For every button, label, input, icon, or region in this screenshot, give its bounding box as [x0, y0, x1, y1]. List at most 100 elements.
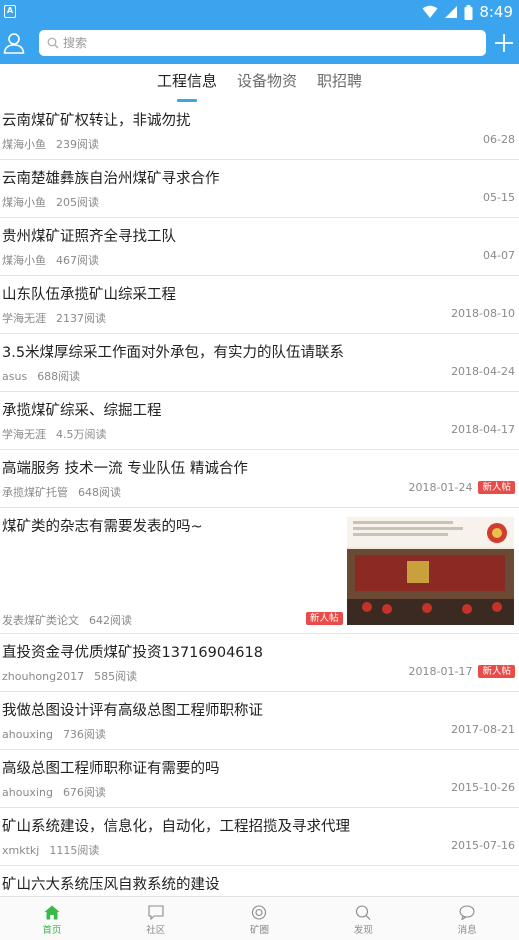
post-author: 煤海小鱼	[2, 138, 46, 151]
post-reads: 642阅读	[89, 614, 132, 627]
post-title: 云南煤矿矿权转让，非诚勿扰	[2, 113, 191, 129]
post-date-text: 2018-01-17	[408, 665, 473, 678]
post-feed: 云南煤矿矿权转让，非诚勿扰 煤海小鱼 239阅读 06-28 云南楚雄彝族自治州煤…	[0, 102, 519, 896]
status-indicators: 8:49	[422, 2, 513, 22]
list-item[interactable]: 3.5米煤厚综采工作面对外承包，有实力的队伍请联系 asus 688阅读 2018…	[0, 334, 519, 392]
list-item[interactable]: 云南楚雄彝族自治州煤矿寻求合作 煤海小鱼 205阅读 05-15	[0, 160, 519, 218]
post-title: 高级总图工程师职称证有需要的吗	[2, 761, 220, 777]
post-author: 煤海小鱼	[2, 196, 46, 209]
post-author: 学海无涯	[2, 428, 46, 441]
post-meta: 煤海小鱼 467阅读	[2, 252, 99, 268]
post-thumbnail[interactable]	[347, 517, 514, 625]
nav-label: 矿圈	[249, 925, 269, 936]
thumbnail-image	[347, 517, 514, 625]
post-meta: zhouhong2017 585阅读	[2, 668, 137, 684]
post-date-text: 2018-01-24	[408, 481, 473, 494]
app-bar	[0, 24, 519, 64]
post-meta: 承揽煤矿托管 648阅读	[2, 484, 121, 500]
list-item[interactable]: 直投资金寻优质煤矿投资13716904618 zhouhong2017 585阅读…	[0, 634, 519, 692]
tab-recruitment[interactable]: 职招聘	[317, 64, 362, 102]
post-date-text: 2018-04-17	[451, 423, 515, 436]
wifi-icon	[422, 5, 438, 18]
post-title: 矿山六大系统压风自救系统的建设	[2, 877, 220, 893]
post-author: 承揽煤矿托管	[2, 486, 68, 499]
search-input[interactable]	[63, 36, 463, 50]
user-icon[interactable]	[3, 32, 25, 54]
home-icon	[44, 905, 60, 920]
post-date: 2017-08-21	[451, 723, 515, 736]
post-author: zhouhong2017	[2, 670, 85, 683]
nav-discover[interactable]: 发现	[311, 897, 415, 940]
list-item[interactable]: 我做总图设计评有高级总图工程师职称证 ahouxing 736阅读 2017-08…	[0, 692, 519, 750]
nav-label: 消息	[457, 925, 477, 936]
post-meta: 学海无涯 2137阅读	[2, 310, 106, 326]
post-date-text: 2015-07-16	[451, 839, 515, 852]
post-reads: 205阅读	[56, 196, 99, 209]
list-item[interactable]: 高级总图工程师职称证有需要的吗 ahouxing 676阅读 2015-10-26	[0, 750, 519, 808]
new-user-badge: 新人帖	[478, 481, 515, 494]
category-tabs: 工程信息 设备物资 职招聘	[0, 64, 519, 102]
new-user-badge: 新人帖	[478, 665, 515, 678]
list-item-with-image[interactable]: 煤矿类的杂志有需要发表的吗~ 发表煤矿类论文 642阅读 新人帖	[0, 508, 519, 634]
list-item[interactable]: 矿山六大系统压风自救系统的建设	[0, 866, 519, 896]
list-item[interactable]: 贵州煤矿证照齐全寻找工队 煤海小鱼 467阅读 04-07	[0, 218, 519, 276]
post-title: 高端服务 技术一流 专业队伍 精诚合作	[2, 461, 248, 477]
post-meta: ahouxing 676阅读	[2, 784, 106, 800]
post-reads: 648阅读	[78, 486, 121, 499]
list-item[interactable]: 矿山系统建设，信息化，自动化，工程招揽及寻求代理 xmktkj 1115阅读 20…	[0, 808, 519, 866]
message-icon	[459, 905, 475, 920]
list-item[interactable]: 承揽煤矿综采、综掘工程 学海无涯 4.5万阅读 2018-04-17	[0, 392, 519, 450]
add-icon[interactable]	[493, 32, 515, 54]
post-title: 3.5米煤厚综采工作面对外承包，有实力的队伍请联系	[2, 345, 345, 361]
post-reads: 676阅读	[62, 786, 106, 799]
tab-equipment-materials[interactable]: 设备物资	[237, 64, 297, 102]
post-date-text: 2017-08-21	[451, 723, 515, 736]
post-date-text: 2018-08-10	[451, 307, 515, 320]
post-date: 2018-04-17	[451, 423, 515, 436]
post-meta: 学海无涯 4.5万阅读	[2, 426, 107, 442]
status-bar: A 8:49	[0, 0, 519, 24]
post-author: 学海无涯	[2, 312, 46, 325]
nav-messages[interactable]: 消息	[415, 897, 519, 940]
post-title: 贵州煤矿证照齐全寻找工队	[2, 229, 176, 245]
nav-label: 社区	[146, 925, 166, 936]
post-title: 我做总图设计评有高级总图工程师职称证	[2, 703, 263, 719]
post-date: 2018-04-24	[451, 365, 515, 378]
post-date-text: 05-15	[483, 191, 515, 204]
post-date: 2015-07-16	[451, 839, 515, 852]
list-item[interactable]: 高端服务 技术一流 专业队伍 精诚合作 承揽煤矿托管 648阅读 2018-01-…	[0, 450, 519, 508]
clock: 8:49	[479, 3, 513, 21]
community-icon	[148, 905, 164, 920]
new-user-badge: 新人帖	[306, 612, 343, 625]
post-author: 发表煤矿类论文	[2, 614, 79, 627]
nav-home[interactable]: 首页	[0, 897, 104, 940]
nav-community[interactable]: 社区	[104, 897, 208, 940]
tab-engineering-info[interactable]: 工程信息	[157, 64, 217, 102]
search-bar[interactable]	[39, 30, 486, 56]
post-reads: 467阅读	[56, 254, 99, 267]
post-date: 2018-01-24 新人帖	[409, 481, 515, 494]
post-date-text: 2018-04-24	[451, 365, 515, 378]
post-meta: xmktkj 1115阅读	[2, 842, 99, 858]
post-date: 2018-08-10	[451, 307, 515, 320]
post-meta: asus 688阅读	[2, 368, 80, 384]
list-item[interactable]: 云南煤矿矿权转让，非诚勿扰 煤海小鱼 239阅读 06-28	[0, 102, 519, 160]
battery-icon	[464, 4, 473, 20]
post-date: 2015-10-26	[451, 781, 515, 794]
post-reads: 1115阅读	[49, 844, 100, 857]
bottom-nav: 首页 社区 矿圈 发现 消息	[0, 896, 519, 940]
post-author: xmktkj	[2, 844, 40, 857]
nav-circle[interactable]: 矿圈	[208, 897, 312, 940]
notification-icon: A	[4, 5, 16, 18]
signal-icon	[445, 6, 458, 18]
post-date: 05-15	[483, 191, 515, 204]
post-date-text: 2015-10-26	[451, 781, 515, 794]
post-title: 云南楚雄彝族自治州煤矿寻求合作	[2, 171, 220, 187]
post-reads: 239阅读	[56, 138, 99, 151]
post-reads: 585阅读	[94, 670, 138, 683]
post-meta: ahouxing 736阅读	[2, 726, 106, 742]
post-reads: 688阅读	[37, 370, 81, 383]
discover-icon	[356, 905, 371, 920]
list-item[interactable]: 山东队伍承揽矿山综采工程 学海无涯 2137阅读 2018-08-10	[0, 276, 519, 334]
nav-label: 首页	[42, 925, 62, 936]
